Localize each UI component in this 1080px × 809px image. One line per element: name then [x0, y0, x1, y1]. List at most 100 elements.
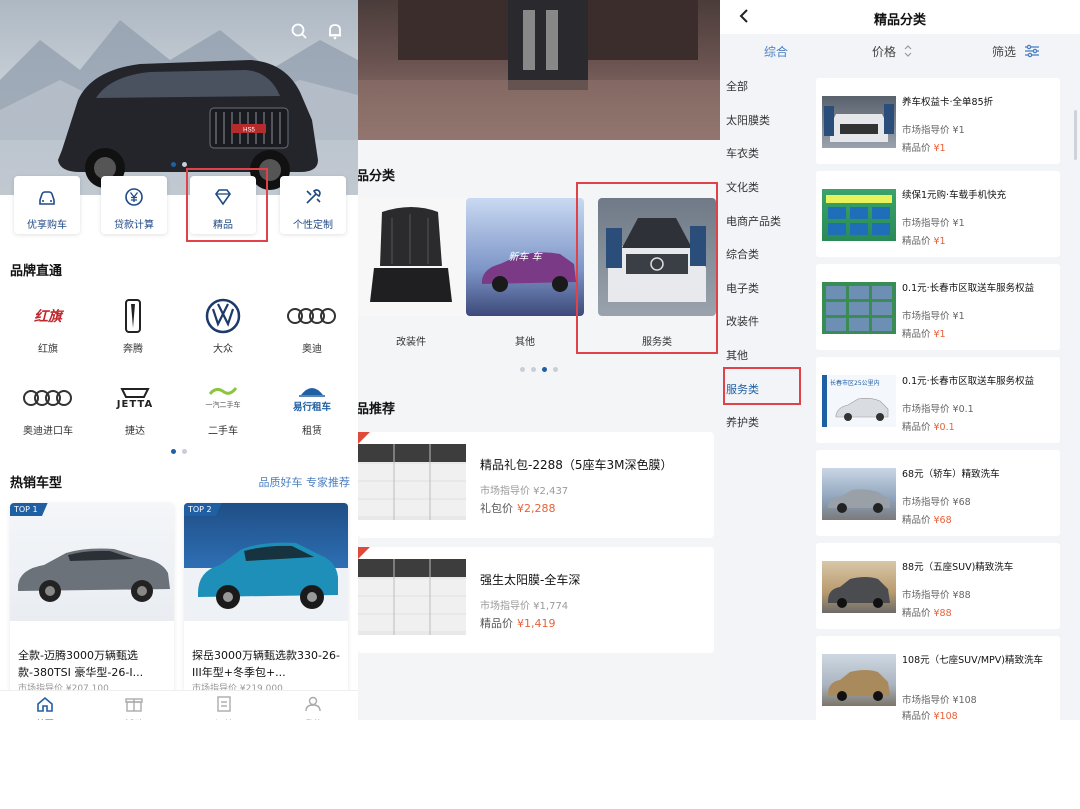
- brand-volkswagen[interactable]: 大众: [193, 296, 253, 355]
- product-item[interactable]: 长春市区25公里内 0.1元·长春市区取送车服务权益 市场指导价 ¥0.1 精品…: [816, 357, 1060, 443]
- recommend-card[interactable]: 精品礼包-2288（5座车3M深色膜） 市场指导价 ¥2,437 礼包价 ¥2,2…: [358, 432, 714, 538]
- interior-banner[interactable]: [358, 0, 720, 140]
- sidebar-item[interactable]: 养护类: [726, 414, 759, 430]
- brand-jetta[interactable]: JETTA 捷达: [105, 378, 165, 437]
- hero-pager: [0, 162, 358, 167]
- sidebar-item[interactable]: 车衣类: [726, 145, 759, 161]
- product-market-price: 市场指导价 ¥2,437: [480, 486, 569, 497]
- brand-label: 捷达: [125, 426, 145, 437]
- pager-dot[interactable]: [171, 449, 176, 454]
- category-section-title: 品分类: [358, 169, 396, 184]
- bell-icon[interactable]: [326, 22, 344, 40]
- sort-comprehensive[interactable]: 综合: [764, 43, 788, 60]
- category-card-service[interactable]: [598, 198, 716, 316]
- product-item[interactable]: 108元（七座SUV/MPV)精致洗车 市场指导价 ¥108 精品价 ¥108: [816, 636, 1060, 720]
- sidebar-item[interactable]: 电子类: [726, 280, 759, 296]
- tab-label: 活动: [90, 717, 180, 720]
- brand-bestune[interactable]: 奔腾: [103, 296, 163, 355]
- car-card[interactable]: TOP 2 探岳3000万辆甄选款330-26-III年型+冬季包+... 市场…: [184, 503, 348, 693]
- car-name: 探岳3000万辆甄选款330-26-III年型+冬季包+...: [192, 649, 340, 679]
- price-label: 精品价: [902, 515, 931, 526]
- product-image: 长春市区25公里内: [822, 375, 896, 427]
- product-item[interactable]: 养车权益卡·全单85折 市场指导价 ¥1 精品价 ¥1: [816, 78, 1060, 164]
- price-label: 精品价: [902, 711, 931, 720]
- product-image: [822, 96, 896, 148]
- quick-action-loan[interactable]: 贷款计算: [101, 176, 167, 234]
- category-label: 其他: [515, 337, 535, 348]
- poster-text: 新车 车: [508, 252, 542, 263]
- product-item[interactable]: 88元（五座SUV)精致洗车 市场指导价 ¥88 精品价 ¥88: [816, 543, 1060, 629]
- brand-used-car[interactable]: 一汽二手车 二手车: [193, 378, 253, 437]
- pager-dot[interactable]: [553, 367, 558, 372]
- diamond-icon: [215, 189, 231, 206]
- pager-dot[interactable]: [171, 162, 176, 167]
- quick-action-label: 精品: [213, 220, 233, 231]
- sidebar-item[interactable]: 改装件: [726, 313, 759, 329]
- car-name: 全款-迈腾3000万辆甄选款-380TSI 豪华型-26-I...: [18, 649, 144, 679]
- quick-action-accessories[interactable]: 精品: [190, 176, 256, 234]
- spec-table-image: [358, 444, 466, 520]
- brand-audi-import[interactable]: 奥迪进口车: [18, 378, 78, 437]
- product-image-text: 长春市区25公里内: [830, 380, 880, 387]
- product-price: ¥88: [933, 608, 952, 619]
- sort-bar: 综合 价格 筛选: [720, 34, 1080, 68]
- category-card-other[interactable]: 新车 车: [466, 198, 584, 316]
- product-name: 68元（轿车）精致洗车: [902, 469, 1000, 480]
- pager-dot[interactable]: [182, 449, 187, 454]
- price-label: 精品价: [480, 617, 513, 630]
- category-card-mod[interactable]: [358, 198, 470, 316]
- hot-section-links[interactable]: 品质好车 专家推荐: [259, 474, 351, 490]
- scrollbar[interactable]: [1074, 110, 1077, 160]
- product-market-price: 市场指导价 ¥1: [902, 218, 965, 229]
- brand-hongqi[interactable]: 红旗 红旗: [18, 296, 78, 355]
- tab-activity[interactable]: 活动: [90, 691, 180, 720]
- brand-rental[interactable]: 易行租车 租赁: [282, 378, 342, 437]
- tab-mine[interactable]: 我的: [269, 691, 359, 720]
- tab-orders[interactable]: 订单: [179, 691, 269, 720]
- volkswagen-logo: [205, 298, 241, 334]
- brand-label: 大众: [213, 344, 233, 355]
- sidebar-item[interactable]: 太阳膜类: [726, 112, 770, 128]
- brand-pager: [0, 449, 358, 454]
- sidebar-item[interactable]: 其他: [726, 347, 748, 363]
- product-item[interactable]: 续保1元购·车载手机快充 市场指导价 ¥1 精品价 ¥1: [816, 171, 1060, 257]
- sidebar-item[interactable]: 文化类: [726, 179, 759, 195]
- product-list: 养车权益卡·全单85折 市场指导价 ¥1 精品价 ¥1 续保1元购·车载手机快充 …: [802, 68, 1080, 720]
- pager-dot[interactable]: [542, 367, 547, 372]
- quick-action-label: 优享购车: [27, 220, 67, 231]
- product-price: ¥1: [933, 236, 946, 247]
- sort-arrows-icon: [904, 45, 912, 57]
- brand-audi[interactable]: 奥迪: [282, 296, 342, 355]
- sort-price[interactable]: 价格: [872, 43, 913, 60]
- pager-dot[interactable]: [531, 367, 536, 372]
- price-label: 精品价: [902, 422, 931, 433]
- sidebar-item[interactable]: 电商产品类: [726, 213, 781, 229]
- pager-dot[interactable]: [182, 162, 187, 167]
- recommend-card[interactable]: 强生太阳膜-全车深 市场指导价 ¥1,774 精品价 ¥1,419: [358, 547, 714, 653]
- sidebar-item-service-selected[interactable]: 服务类: [726, 381, 759, 397]
- product-price: ¥108: [933, 711, 958, 720]
- audi-logo: [23, 390, 72, 406]
- car-card[interactable]: TOP 1 全款-迈腾3000万辆甄选款-380TSI 豪华型-26-I... …: [10, 503, 174, 693]
- pager-dot[interactable]: [520, 367, 525, 372]
- home-icon: [36, 696, 53, 712]
- product-price: ¥2,288: [517, 502, 556, 515]
- hero-banner[interactable]: HS5: [0, 0, 358, 195]
- tab-home[interactable]: 首页: [0, 691, 90, 720]
- quick-action-buy[interactable]: 优享购车: [14, 176, 80, 234]
- product-market-price: 市场指导价 ¥1,774: [480, 601, 569, 612]
- brand-label: 红旗: [38, 344, 58, 355]
- sidebar-item[interactable]: 全部: [726, 78, 748, 94]
- sidebar-item[interactable]: 综合类: [726, 246, 759, 262]
- product-name: 88元（五座SUV)精致洗车: [902, 562, 1014, 573]
- product-item[interactable]: 0.1元·长春市区取送车服务权益 市场指导价 ¥1 精品价 ¥1: [816, 264, 1060, 350]
- price-label: 精品价: [902, 143, 931, 154]
- filter-button[interactable]: 筛选: [992, 43, 1040, 60]
- top-badge: TOP 2: [184, 503, 222, 516]
- used-car-logo: [208, 387, 238, 395]
- quick-action-custom[interactable]: 个性定制: [280, 176, 346, 234]
- nav-bar: 精品分类: [720, 0, 1080, 34]
- product-title: 强生太阳膜-全车深: [480, 573, 581, 587]
- product-item[interactable]: 68元（轿车）精致洗车 市场指导价 ¥68 精品价 ¥68: [816, 450, 1060, 536]
- search-icon[interactable]: [290, 22, 308, 40]
